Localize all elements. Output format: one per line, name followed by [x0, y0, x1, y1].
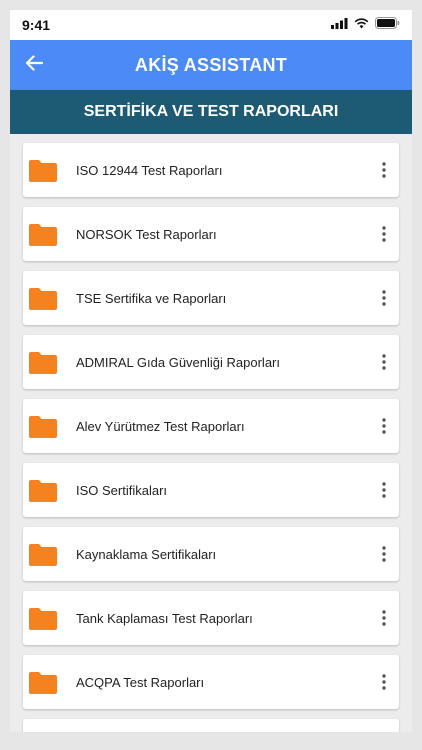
list-item[interactable]: Alev Yürütmez Test Raporları: [23, 399, 399, 453]
list-item[interactable]: [23, 719, 399, 732]
more-vertical-icon[interactable]: [377, 541, 391, 567]
app-title: AKİŞ ASSISTANT: [134, 54, 288, 75]
arrow-left-icon: [25, 54, 44, 76]
folder-icon: [29, 672, 57, 699]
list-item-label: Alev Yürütmez Test Raporları: [76, 418, 245, 434]
folder-icon: [29, 288, 57, 315]
more-vertical-icon[interactable]: [377, 349, 391, 375]
list-item-label: TSE Sertifika ve Raporları: [76, 290, 227, 306]
more-vertical-icon[interactable]: [377, 285, 391, 311]
more-vertical-icon[interactable]: [377, 157, 391, 183]
status-time: 9:41: [22, 17, 51, 33]
folder-icon: [29, 352, 57, 379]
list-item[interactable]: NORSOK Test Raporları: [23, 207, 399, 261]
list-item-label: Tank Kaplaması Test Raporları: [76, 610, 253, 626]
folder-icon: [29, 608, 57, 635]
list-item[interactable]: ADMIRAL Gıda Güvenliği Raporları: [23, 335, 399, 389]
report-list: ISO 12944 Test Raporları NORSOK Test Rapo…: [10, 134, 412, 732]
back-button[interactable]: [10, 40, 58, 90]
more-vertical-icon[interactable]: [377, 477, 391, 503]
list-item[interactable]: ISO 12944 Test Raporları: [23, 143, 399, 197]
status-bar: 9:41: [10, 10, 412, 40]
folder-icon: [29, 416, 57, 443]
cellular-signal-icon: [331, 16, 348, 34]
status-icons: [331, 16, 400, 34]
list-item-label: ISO Sertifikaları: [76, 482, 168, 498]
app-bar: AKİŞ ASSISTANT: [10, 40, 412, 90]
list-item[interactable]: Kaynaklama Sertifikaları: [23, 527, 399, 581]
list-item-label: ACQPA Test Raporları: [76, 674, 205, 690]
phone-screen: 9:41 AKİŞ ASSISTANT SERTİFİKA VE TEST RA…: [10, 10, 412, 732]
list-item-label: NORSOK Test Raporları: [76, 226, 217, 242]
folder-icon: [29, 480, 57, 507]
list-item[interactable]: Tank Kaplaması Test Raporları: [23, 591, 399, 645]
list-item[interactable]: ISO Sertifikaları: [23, 463, 399, 517]
list-item[interactable]: TSE Sertifika ve Raporları: [23, 271, 399, 325]
more-vertical-icon[interactable]: [377, 221, 391, 247]
section-header: SERTİFİKA VE TEST RAPORLARI: [10, 90, 412, 134]
folder-icon: [29, 160, 57, 187]
list-item-label: ADMIRAL Gıda Güvenliği Raporları: [76, 354, 280, 370]
folder-icon: [29, 224, 57, 251]
more-vertical-icon[interactable]: [377, 605, 391, 631]
list-item-label: Kaynaklama Sertifikaları: [76, 546, 217, 562]
folder-icon: [29, 544, 57, 571]
more-vertical-icon[interactable]: [377, 413, 391, 439]
section-title: SERTİFİKA VE TEST RAPORLARI: [83, 103, 339, 120]
list-item-label: ISO 12944 Test Raporları: [76, 162, 223, 178]
more-vertical-icon[interactable]: [377, 669, 391, 695]
wifi-icon: [354, 16, 369, 34]
list-item[interactable]: ACQPA Test Raporları: [23, 655, 399, 709]
battery-icon: [375, 16, 400, 34]
